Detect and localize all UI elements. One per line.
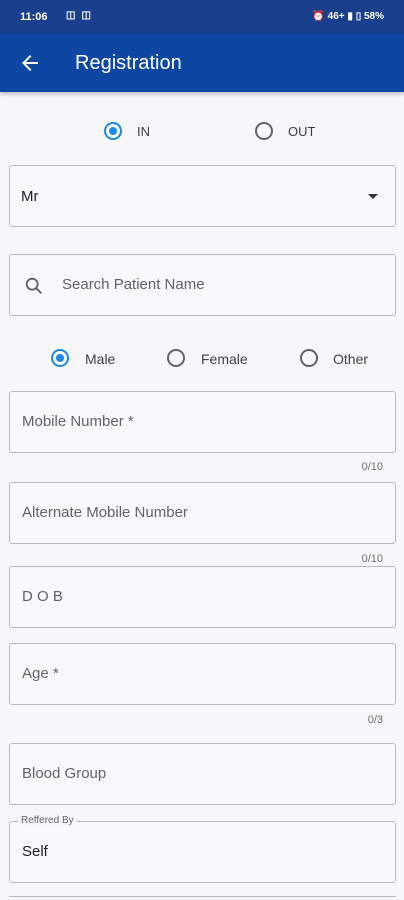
status-bar: 11:06 ◫◫ ⏰ 46+ ▮ ▯ 58% <box>0 0 404 34</box>
male-label: Male <box>85 351 116 367</box>
age-placeholder: Age * <box>22 665 59 682</box>
app-bar: Registration <box>0 34 404 92</box>
alternate-mobile-counter: 0/10 <box>361 553 383 565</box>
blood-group-field[interactable]: Blood Group <box>9 743 396 805</box>
back-arrow-icon[interactable] <box>18 51 42 75</box>
signal-icon: ▮ <box>347 11 353 22</box>
status-right: ⏰ 46+ ▮ ▯ 58% <box>312 11 384 22</box>
other-label: Other <box>333 351 369 367</box>
salutation-dropdown[interactable]: Mr <box>9 165 396 227</box>
other-radio[interactable] <box>300 349 318 367</box>
alternate-mobile-field[interactable]: Alternate Mobile Number <box>9 482 396 544</box>
female-radio[interactable] <box>167 349 185 367</box>
alternate-mobile-placeholder: Alternate Mobile Number <box>22 504 188 521</box>
mobile-number-field[interactable]: Mobile Number * <box>9 391 396 453</box>
referred-by-field[interactable]: Reffered By Self <box>9 815 396 883</box>
search-placeholder: Search Patient Name <box>62 276 205 293</box>
status-time: 11:06 <box>20 11 48 23</box>
dropdown-arrow-icon <box>368 194 378 199</box>
salutation-value: Mr <box>21 188 39 205</box>
age-counter: 0/3 <box>367 714 383 726</box>
alarm-icon: ⏰ <box>312 11 325 22</box>
battery-icon: ▯ <box>355 11 362 22</box>
notification-icons: ◫◫ <box>66 10 97 21</box>
referred-by-value: Self <box>22 843 48 860</box>
in-radio[interactable] <box>104 122 122 140</box>
female-label: Female <box>201 351 248 367</box>
in-label: IN <box>137 124 150 139</box>
mobile-number-counter: 0/10 <box>361 461 383 473</box>
battery-level: 58% <box>363 11 384 22</box>
dob-field[interactable]: D O B <box>9 566 396 628</box>
next-field-edge <box>9 896 396 900</box>
dob-placeholder: D O B <box>22 588 63 605</box>
referred-by-label: Reffered By <box>18 815 77 826</box>
out-radio[interactable] <box>255 122 273 140</box>
network-label: 46+ <box>327 11 345 22</box>
male-radio[interactable] <box>51 349 69 367</box>
search-input[interactable]: Search Patient Name <box>9 254 396 316</box>
blood-group-placeholder: Blood Group <box>22 765 107 782</box>
out-label: OUT <box>288 124 316 139</box>
mobile-number-placeholder: Mobile Number * <box>22 413 134 430</box>
age-field[interactable]: Age * <box>9 643 396 705</box>
search-icon <box>25 277 42 294</box>
page-title: Registration <box>75 52 182 74</box>
